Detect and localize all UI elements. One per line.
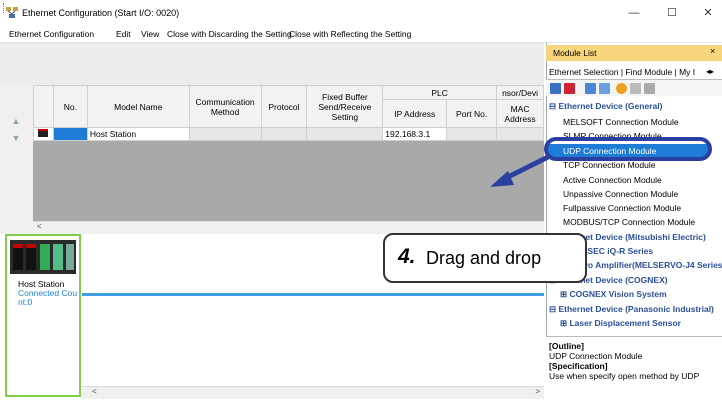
tab-scroll-icon[interactable]: ◂▸	[706, 67, 714, 76]
tree-item-melsoft[interactable]: MELSOFT Connection Module	[563, 117, 722, 127]
row-no-cell[interactable]	[52, 127, 88, 141]
expand-icon[interactable]	[585, 83, 596, 94]
col-sensor: nsor/Devi	[496, 85, 544, 100]
close-button[interactable]: ✕	[694, 4, 722, 22]
spec-label: [Specification]	[549, 361, 608, 371]
col-fixed-buffer: Fixed Buffer Send/Receive Setting	[306, 85, 384, 128]
row-model-cell[interactable]: Host Station	[86, 127, 190, 141]
row-move-gutter	[0, 85, 33, 225]
menu-ethernet-configuration[interactable]: Ethernet Configuration	[9, 29, 94, 39]
row-comm-cell[interactable]	[188, 127, 262, 141]
ethernet-line	[82, 293, 544, 296]
highlight-oval	[544, 137, 712, 161]
tree-item-active[interactable]: Active Connection Module	[563, 175, 722, 185]
filter-icon[interactable]	[564, 83, 575, 94]
tree-sub-laser[interactable]: ⊞ Laser Displacement Sensor	[560, 318, 722, 329]
panel-tab-labels[interactable]: Ethernet Selection | Find Module | My I	[549, 67, 695, 77]
spec-text: Use when specify open method by UDP	[549, 371, 700, 381]
panel-tabs: Ethernet Selection | Find Module | My I …	[546, 65, 722, 80]
tree-cat-panasonic[interactable]: ⊟ Ethernet Device (Panasonic Industrial)	[549, 304, 722, 315]
drag-arrow-icon	[490, 155, 550, 187]
col-protocol: Protocol	[260, 85, 308, 128]
panel-title: Module List	[553, 48, 597, 58]
diagram-horizontal-scrollbar[interactable]: < >	[82, 386, 544, 399]
callout-step-number: 4.	[398, 245, 416, 268]
row-port-cell[interactable]	[446, 127, 498, 141]
outline-text: UDP Connection Module	[549, 351, 643, 361]
collapse-icon[interactable]	[599, 83, 610, 94]
row-fixed-cell[interactable]	[306, 127, 384, 141]
row-protocol-cell[interactable]	[260, 127, 308, 141]
col-model: Model Name	[86, 85, 190, 128]
tree-item-unpassive[interactable]: Unpassive Connection Module	[563, 189, 722, 199]
maximize-button[interactable]: ☐	[658, 4, 686, 22]
col-icon	[33, 85, 54, 128]
tree-cat-general[interactable]: ⊟ Ethernet Device (General)	[549, 101, 722, 112]
favorite-icon[interactable]	[616, 83, 627, 94]
outline-label: [Outline]	[549, 341, 584, 351]
tree-sub-cognex[interactable]: ⊞ COGNEX Vision System	[560, 289, 722, 300]
plc-module-icon	[10, 240, 76, 274]
panel-close-icon[interactable]: ×	[710, 46, 715, 56]
menu-close-reflect[interactable]: Close with Reflecting the Setting	[289, 29, 411, 39]
menu-view[interactable]: View	[141, 29, 159, 39]
row-mac-cell[interactable]	[496, 127, 544, 141]
connection-table: No. Model Name Communication Method Prot…	[33, 85, 544, 141]
col-mac: MAC Address	[496, 99, 544, 128]
col-no: No.	[52, 85, 88, 128]
station-count: nt:0	[18, 297, 33, 307]
row-ip-cell[interactable]: 192.168.3.1	[382, 127, 448, 141]
menu-edit[interactable]: Edit	[116, 29, 131, 39]
tree-item-fullpassive[interactable]: Fullpassive Connection Module	[563, 203, 722, 213]
callout-text: Drag and drop	[426, 248, 542, 268]
network-app-icon	[6, 7, 18, 18]
plc-row-icon	[33, 127, 54, 141]
move-up-icon[interactable]: ▲	[10, 115, 22, 127]
minimize-button[interactable]: —	[620, 4, 648, 22]
sort-icon[interactable]	[550, 83, 561, 94]
tree-item-modbus[interactable]: MODBUS/TCP Connection Module	[563, 217, 722, 227]
add-icon[interactable]	[630, 83, 641, 94]
move-down-icon[interactable]: ▼	[10, 132, 22, 144]
col-port: Port No.	[446, 99, 498, 128]
table-row[interactable]: Host Station 192.168.3.1	[33, 127, 544, 141]
menu-grip-icon[interactable]	[3, 3, 6, 13]
delete-icon[interactable]	[644, 83, 655, 94]
tree-item-tcp[interactable]: TCP Connection Module	[563, 160, 722, 170]
col-plc: PLC	[382, 85, 498, 100]
menu-close-discard[interactable]: Close with Discarding the Setting	[167, 29, 292, 39]
toolbar-strip	[0, 43, 544, 86]
table-empty-area	[33, 141, 544, 221]
window-title: Ethernet Configuration (Start I/O: 0020)	[22, 8, 180, 18]
col-comm: Communication Method	[188, 85, 262, 128]
col-ip: IP Address	[382, 99, 448, 128]
